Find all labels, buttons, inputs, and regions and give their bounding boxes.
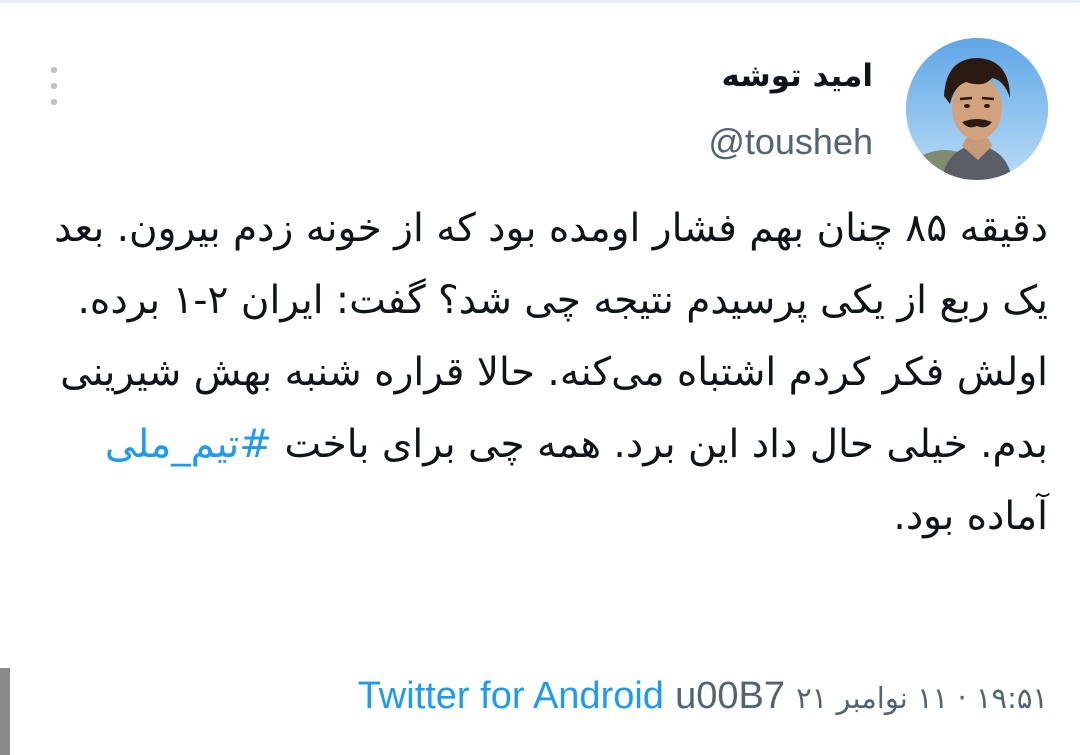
more-vertical-icon[interactable]	[44, 64, 64, 108]
tweet-meta: Twitter for Android u00B7 ۱۹:۵۱ · ۱۱ نوا…	[40, 670, 1048, 722]
top-divider	[0, 0, 1080, 3]
author-avatar[interactable]	[906, 38, 1048, 180]
left-edge-strip	[0, 668, 10, 755]
source-link[interactable]: Twitter for Android	[358, 675, 664, 717]
author-handle[interactable]: @tousheh	[708, 120, 873, 164]
hashtag-link[interactable]: #تیم_ملی	[105, 422, 272, 467]
tweet-timestamp[interactable]: ۱۹:۵۱ · ۱۱ نوامبر ۲۱	[796, 681, 1048, 715]
tweet-header: امید توشه @tousheh	[40, 38, 1048, 183]
author-identity[interactable]: امید توشه @tousheh	[708, 38, 873, 164]
author-display-name[interactable]: امید توشه	[708, 54, 873, 98]
tweet-text: دقیقه ۸۵ چنان بهم فشار اومده بود که از خ…	[40, 193, 1048, 553]
meta-separator: u00B7	[675, 675, 785, 717]
tweet-text-end: آماده بود.	[893, 494, 1048, 539]
